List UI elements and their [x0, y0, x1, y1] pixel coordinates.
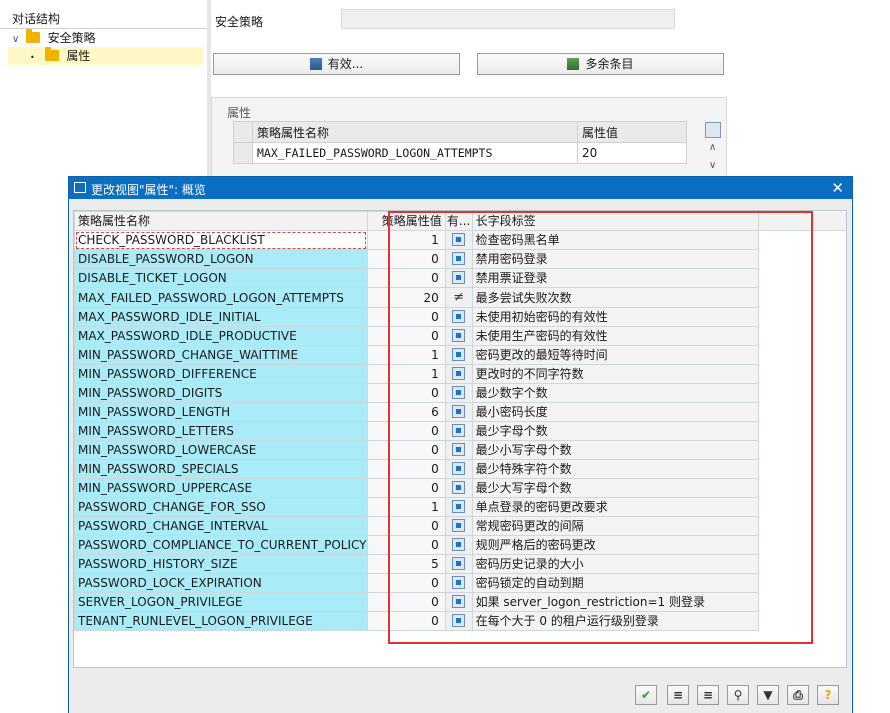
policy-attr-name-cell[interactable]: MAX_FAILED_PASSWORD_LOGON_ATTEMPTS [74, 287, 368, 308]
tree-item-label: 安全策略 [47, 31, 96, 45]
tree-item-attributes[interactable]: • 属性 [8, 47, 203, 65]
filter-icon: ▼ [763, 688, 773, 702]
attributes-box-title: 属性 [227, 106, 252, 120]
policy-attr-name-cell[interactable]: MIN_PASSWORD_DIFFERENCE [74, 364, 368, 384]
tree-header-title: 对话结构 [12, 12, 61, 26]
policy-attr-name-cell[interactable]: MIN_PASSWORD_LETTERS [74, 421, 368, 441]
confirm-button[interactable]: ✔ [635, 685, 657, 705]
policy-attr-name-cell[interactable]: CHECK_PASSWORD_BLACKLIST [74, 230, 368, 250]
background-attributes-table: 策略属性名称 属性值 MAX_FAILED_PASSWORD_LOGON_ATT… [233, 121, 687, 164]
find-button[interactable]: ⚲ [727, 685, 749, 705]
policy-label: 安全策略 [215, 15, 264, 29]
close-icon[interactable]: ✕ [831, 179, 844, 197]
highlight-annotation [388, 211, 813, 644]
sort-descending-icon: ≡ [702, 688, 714, 702]
column-header-name[interactable]: 策略属性名称 [74, 211, 368, 231]
bullet-icon: • [30, 53, 35, 62]
table-cell-value[interactable]: 20 [577, 142, 687, 164]
filter-button[interactable]: ▼ [757, 685, 779, 705]
dialog-title-bar: 更改视图"属性": 概览 ✕ [69, 177, 852, 199]
policy-attr-name-cell[interactable]: SERVER_LOGON_PRIVILEGE [74, 592, 368, 612]
table-settings-icon[interactable] [705, 122, 721, 138]
sort-ascending-button[interactable]: ≡ [667, 685, 689, 705]
folder-icon [25, 29, 40, 43]
tree-item-label: 属性 [66, 49, 91, 63]
policy-attr-name-cell[interactable]: MIN_PASSWORD_LOWERCASE [74, 440, 368, 460]
extra-entries-button-label: 多余条目 [585, 57, 634, 71]
open-folder-icon [44, 47, 59, 61]
column-header-policy-attr-name[interactable]: 策略属性名称 [252, 121, 578, 143]
policy-attr-name-cell[interactable]: TENANT_RUNLEVEL_LOGON_PRIVILEGE [74, 611, 368, 631]
policy-attr-name-cell[interactable]: MIN_PASSWORD_DIGITS [74, 383, 368, 403]
policy-attr-name-cell[interactable]: MIN_PASSWORD_CHANGE_WAITTIME [74, 345, 368, 365]
tree-header: 对话结构 [0, 0, 207, 29]
policy-attr-name-cell[interactable]: PASSWORD_CHANGE_FOR_SSO [74, 497, 368, 517]
column-header-attr-value[interactable]: 属性值 [577, 121, 687, 143]
sort-ascending-icon: ≡ [672, 688, 684, 702]
row-selector[interactable] [233, 142, 253, 164]
policy-attr-name-cell[interactable]: MAX_PASSWORD_IDLE_INITIAL [74, 307, 368, 327]
scroll-down-icon[interactable]: ∨ [709, 160, 716, 171]
valid-button[interactable]: 有效... [213, 53, 460, 75]
table-cell-name: MAX_FAILED_PASSWORD_LOGON_ATTEMPTS [252, 142, 578, 164]
policy-attr-name-cell[interactable]: PASSWORD_CHANGE_INTERVAL [74, 516, 368, 536]
sort-descending-button[interactable]: ≡ [697, 685, 719, 705]
policy-attr-name-cell[interactable]: MIN_PASSWORD_SPECIALS [74, 459, 368, 479]
confirm-icon: ✔ [640, 688, 652, 702]
row-selector-header[interactable] [233, 121, 253, 143]
policy-attr-name-cell[interactable]: PASSWORD_COMPLIANCE_TO_CURRENT_POLICY [74, 535, 368, 555]
dialog-title: 更改视图"属性": 概览 [91, 183, 206, 197]
policy-attr-name-cell[interactable]: MIN_PASSWORD_LENGTH [74, 402, 368, 422]
policy-attr-name-cell[interactable]: PASSWORD_HISTORY_SIZE [74, 554, 368, 574]
help-icon: ? [824, 688, 832, 702]
scroll-up-icon[interactable]: ∧ [709, 142, 716, 153]
policy-attr-name-cell[interactable]: DISABLE_TICKET_LOGON [74, 268, 368, 288]
edit-view-icon [74, 182, 86, 193]
print-button[interactable]: ⎙ [787, 685, 809, 705]
policy-attr-name-cell[interactable]: MIN_PASSWORD_UPPERCASE [74, 478, 368, 498]
document-icon [567, 58, 580, 70]
policy-attr-name-cell[interactable]: DISABLE_PASSWORD_LOGON [74, 249, 368, 269]
tree-item-security-policy[interactable]: ∨ 安全策略 [12, 29, 96, 47]
find-icon: ⚲ [733, 688, 743, 702]
policy-attr-name-cell[interactable]: MAX_PASSWORD_IDLE_PRODUCTIVE [74, 326, 368, 346]
policy-name-field[interactable] [341, 9, 675, 29]
print-icon: ⎙ [793, 688, 803, 702]
policy-attr-name-cell[interactable]: PASSWORD_LOCK_EXPIRATION [74, 573, 368, 593]
calendar-icon [309, 58, 322, 70]
valid-button-label: 有效... [327, 57, 364, 71]
extra-entries-button[interactable]: 多余条目 [477, 53, 724, 75]
help-button[interactable]: ? [817, 685, 839, 705]
